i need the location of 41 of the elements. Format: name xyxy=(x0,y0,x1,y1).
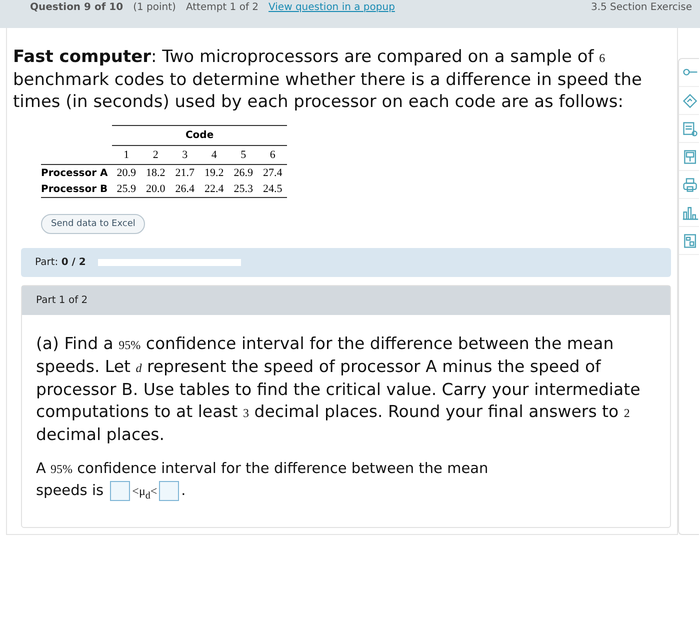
table-cell: 21.7 xyxy=(170,164,200,181)
points: (1 point) xyxy=(133,2,176,13)
mu-d-inequality: <μ$_{d}$< xyxy=(132,484,158,498)
part-score: Part: 0 / 2 xyxy=(35,257,86,268)
answer-sentence: A 95% confidence interval for the difference between the mean xyxy=(36,460,490,479)
upper-bound-field[interactable] xyxy=(159,481,180,502)
lower-bound-field[interactable] xyxy=(110,481,130,502)
table-cell: 27.4 xyxy=(258,164,288,181)
table-cell: 18.2 xyxy=(141,164,170,181)
problem-text: Fast computer: Two microprocessors are compared on a sample of 6 benchmark codes to determine whether there is a difference in speed the times (in seconds) used by each processor on each code are as follows: xyxy=(13,46,643,113)
column-heading: 6 xyxy=(258,146,288,164)
table-cell: 26.9 xyxy=(228,164,258,181)
part-heading: Part 1 of 2 xyxy=(36,295,88,306)
notepad-icon[interactable] xyxy=(682,120,699,138)
question-text: (a) Find a 95% confidence interval for the difference between the mean speeds. Let d represent the speed of processor A minus the speed of processor B. Use tables to find the critical value. Carry your intermediate computations to at least 3 decimal places. Round your final answers to 2 decimal places. xyxy=(36,333,642,446)
table-cell: 25.9 xyxy=(112,181,142,198)
row-label: Processor A xyxy=(41,164,112,181)
section-title: 3.5 Section Exercise xyxy=(590,2,692,13)
row-label: Processor B xyxy=(41,181,112,198)
calculator-icon[interactable] xyxy=(682,148,699,166)
table-cell: 26.4 xyxy=(170,181,200,198)
table-cell: 25.3 xyxy=(228,181,258,198)
table-cell: 20.9 xyxy=(112,164,142,181)
column-heading: 2 xyxy=(141,146,170,164)
column-heading: 4 xyxy=(200,146,229,164)
table-cell: 19.2 xyxy=(200,164,229,181)
period: . xyxy=(181,483,186,499)
send-to-excel-button[interactable]: Send data to Excel xyxy=(41,214,146,234)
sheet-icon[interactable] xyxy=(682,232,699,250)
attempt: Attempt 1 of 2 xyxy=(186,2,259,13)
printer-icon[interactable] xyxy=(682,176,699,194)
column-group-heading: Code xyxy=(112,126,288,146)
table-cell: 22.4 xyxy=(200,181,229,198)
column-heading: 3 xyxy=(170,146,200,164)
table-cell: 20.0 xyxy=(141,181,170,198)
column-heading: 1 xyxy=(112,146,142,164)
column-heading: 5 xyxy=(228,146,258,164)
answer-lead: speeds is xyxy=(36,483,104,499)
table-cell: 24.5 xyxy=(258,181,288,198)
question-number: Question 9 of 10 xyxy=(30,2,124,13)
diamond-arrow-icon[interactable] xyxy=(682,92,699,110)
